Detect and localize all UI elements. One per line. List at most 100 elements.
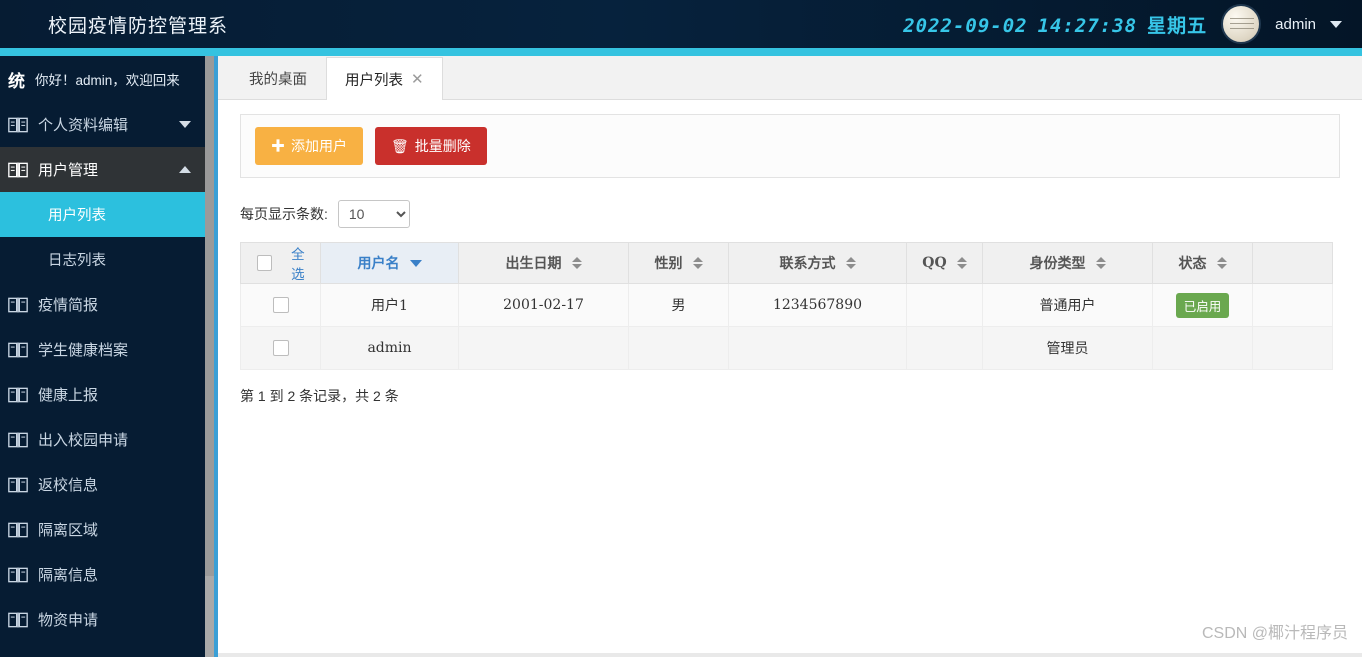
tab-label: 用户列表 (345, 72, 403, 89)
sidebar-item-campus-access-request[interactable]: 出入校园申请 (0, 417, 205, 462)
close-icon[interactable]: ✕ (411, 72, 424, 87)
per-page-row: 每页显示条数: 10 (240, 200, 1340, 228)
batch-delete-label: 批量删除 (414, 138, 471, 154)
sidebar-item-epidemic-report[interactable]: 疫情简报 (0, 282, 205, 327)
column-username[interactable]: 用户名 (320, 242, 459, 284)
row-checkbox[interactable] (272, 340, 289, 356)
sort-desc-icon[interactable] (409, 259, 422, 267)
sort-icon[interactable] (1216, 257, 1227, 269)
sidebar-item-label: 物资申请 (38, 612, 99, 629)
current-time: 14:27:38 (1037, 14, 1138, 37)
sidebar-item-return-school-info[interactable]: 返校信息 (0, 462, 205, 507)
per-page-label: 每页显示条数: (240, 206, 328, 222)
sidebar-item-quarantine-info[interactable]: 隔离信息 (0, 552, 205, 597)
cell-gender: 男 (628, 283, 729, 327)
sort-icon[interactable] (845, 257, 856, 269)
avatar[interactable] (1221, 4, 1262, 44)
column-label: 身份类型 (1029, 256, 1086, 272)
cell-contact: 1234567890 (728, 283, 907, 327)
batch-delete-button[interactable]: 🗑 批量删除 (375, 127, 487, 165)
cell-role: 管理员 (982, 326, 1153, 370)
table-toolbar: ✚ 添加用户 🗑 批量删除 (240, 114, 1340, 178)
sidebar-item-supply-request[interactable]: 物资申请 (0, 597, 205, 642)
sidebar-item-label: 疫情简报 (38, 297, 99, 314)
sidebar-item-label: 健康上报 (38, 387, 99, 404)
accent-bar (0, 48, 1362, 56)
sidebar-item-label: 返校信息 (38, 477, 99, 494)
row-checkbox[interactable] (272, 297, 289, 313)
app-title: 校园疫情防控管理系 (48, 15, 229, 37)
per-page-select[interactable]: 10 (337, 200, 410, 228)
header-right-group: 2022-09-02 14:27:38 星期五 admin (903, 4, 1362, 44)
cell-actions (1252, 283, 1333, 327)
column-gender[interactable]: 性别 (628, 242, 729, 284)
main-content: 我的桌面 用户列表 ✕ ✚ 添加用户 🗑 批量删除 每页显示条数: 10 全选 … (218, 56, 1362, 657)
add-user-label: 添加用户 (291, 138, 347, 154)
book-icon (8, 522, 28, 537)
table-row[interactable]: admin 管理员 (240, 326, 1333, 370)
sidebar-item-supply-info[interactable]: 物资信息 (0, 642, 205, 657)
row-select-cell[interactable] (240, 326, 321, 370)
watermark: CSDN @椰汁程序员 (1201, 625, 1348, 642)
chevron-down-icon (179, 121, 191, 128)
sidebar-logo: 统 (8, 71, 25, 91)
select-all-checkbox[interactable] (257, 255, 272, 271)
column-contact[interactable]: 联系方式 (728, 242, 907, 284)
column-qq[interactable]: QQ (906, 242, 983, 284)
current-weekday: 星期五 (1147, 15, 1208, 37)
sidebar-item-label: 隔离信息 (38, 567, 99, 584)
sidebar-scrollbar-thumb[interactable] (205, 56, 214, 576)
column-role[interactable]: 身份类型 (982, 242, 1153, 284)
sort-icon[interactable] (956, 257, 967, 269)
sidebar-item-health-report[interactable]: 健康上报 (0, 372, 205, 417)
chevron-up-icon (179, 166, 191, 173)
book-icon (8, 342, 28, 357)
tab-bar: 我的桌面 用户列表 ✕ (218, 56, 1362, 100)
add-user-button[interactable]: ✚ 添加用户 (255, 127, 363, 165)
column-status[interactable]: 状态 (1152, 242, 1253, 284)
user-table: 全选 用户名 出生日期 性别 联系方式 QQ 身份类型 状态 用户1 2001-… (240, 242, 1333, 370)
sidebar-item-user-management[interactable]: 用户管理 (0, 147, 205, 192)
book-icon (8, 612, 28, 627)
cell-qq (906, 326, 983, 370)
cell-birthday (458, 326, 629, 370)
column-birthday[interactable]: 出生日期 (458, 242, 629, 284)
sidebar-subitem-log-list[interactable]: 日志列表 (0, 237, 205, 282)
sidebar-item-student-health-record[interactable]: 学生健康档案 (0, 327, 205, 372)
cell-status (1152, 326, 1253, 370)
sidebar-subitem-label: 用户列表 (48, 208, 106, 224)
sidebar-subitem-user-list[interactable]: 用户列表 (0, 192, 205, 237)
select-all-label: 全选 (291, 247, 305, 282)
cell-username: admin (320, 326, 459, 370)
row-select-cell[interactable] (240, 283, 321, 327)
tab-user-list[interactable]: 用户列表 ✕ (326, 57, 443, 100)
sidebar-item-quarantine-area[interactable]: 隔离区域 (0, 507, 205, 552)
sort-icon[interactable] (692, 257, 703, 269)
app-root: 校园疫情防控管理系 2022-09-02 14:27:38 星期五 admin … (0, 0, 1362, 657)
user-menu-label[interactable]: admin (1275, 16, 1316, 33)
sort-icon[interactable] (571, 257, 582, 269)
sort-icon[interactable] (1095, 257, 1106, 269)
sidebar-item-label: 用户管理 (38, 162, 99, 179)
tab-my-desktop[interactable]: 我的桌面 (230, 56, 326, 99)
book-icon (8, 477, 28, 492)
avatar-image (1230, 16, 1255, 34)
bottom-edge (218, 653, 1362, 657)
sidebar-item-profile-edit[interactable]: 个人资料编辑 (0, 102, 205, 147)
book-icon (8, 432, 28, 447)
column-label: 出生日期 (505, 256, 562, 272)
cell-username: 用户1 (320, 283, 459, 327)
book-icon (8, 387, 28, 402)
sidebar-item-label: 学生健康档案 (38, 342, 129, 359)
datetime-display: 2022-09-02 14:27:38 星期五 (903, 11, 1207, 38)
chevron-down-icon[interactable] (1330, 20, 1342, 28)
status-badge: 已启用 (1175, 292, 1230, 318)
column-select-all[interactable]: 全选 (240, 242, 321, 284)
column-label: 状态 (1178, 256, 1207, 272)
book-icon (8, 117, 28, 132)
cell-contact (728, 326, 907, 370)
table-row[interactable]: 用户1 2001-02-17 男 1234567890 普通用户 已启用 (240, 283, 1333, 327)
book-icon (8, 567, 28, 582)
sidebar-item-label: 隔离区域 (38, 522, 99, 539)
trash-icon: 🗑 (391, 137, 409, 154)
